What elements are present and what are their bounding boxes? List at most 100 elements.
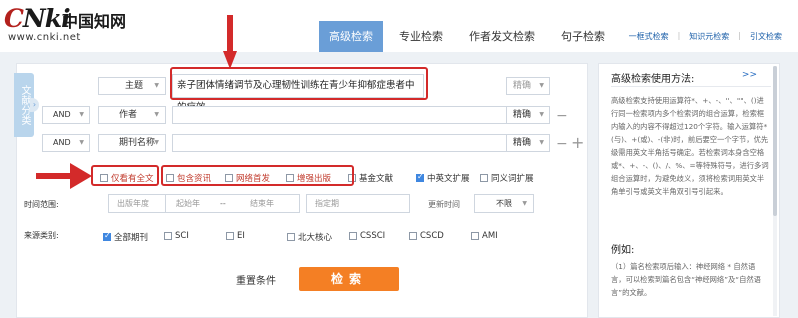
highlight-box-topic-input: [170, 67, 428, 100]
cnki-logo[interactable]: CNki 中国知网 www.cnki.net: [4, 4, 134, 48]
match-select-topic[interactable]: 精确 ▼: [506, 77, 550, 95]
help-example-title: 例如:: [611, 245, 635, 256]
update-time-label: 更新时间: [428, 200, 460, 209]
match-select-label: 精确: [513, 81, 532, 91]
pub-year-select[interactable]: 出版年度: [108, 194, 166, 213]
logic-select-row3[interactable]: AND ▼: [42, 134, 90, 152]
chevron-down-icon: ▼: [539, 139, 544, 146]
help-body: 高级检索支持使用运算符*、+、-、''、""、()进行同一检索项内多个检索词的组…: [611, 96, 769, 196]
match-select-label: 精确: [513, 110, 532, 120]
chevron-down-icon: ▼: [79, 111, 84, 118]
checkbox[interactable]: [480, 174, 488, 182]
search-term-input-author[interactable]: [172, 106, 506, 124]
highlight-box-fulltext: [91, 165, 159, 186]
end-year-placeholder: 结束年: [250, 199, 274, 208]
source-ei[interactable]: EI: [226, 231, 245, 241]
option-synonym-expand[interactable]: 同义词扩展: [480, 172, 534, 184]
chevron-down-icon: ▼: [539, 111, 544, 118]
chevron-down-icon: ▼: [79, 139, 84, 146]
source-label: CSCD: [420, 231, 444, 241]
checkbox[interactable]: [409, 232, 417, 240]
checkbox[interactable]: [287, 233, 295, 241]
link-knowledge-search[interactable]: 知识元检索: [689, 31, 729, 42]
logic-select-label: AND: [53, 138, 71, 147]
chevron-down-icon: ▼: [539, 82, 544, 89]
date-range-input[interactable]: 起始年 -- 结束年: [166, 194, 300, 213]
option-cn-en-expand[interactable]: 中英文扩展: [416, 172, 470, 184]
field-select-journal[interactable]: 期刊名称 ▼: [98, 134, 166, 152]
help-scrollbar-thumb[interactable]: [773, 66, 777, 216]
tab-author-search[interactable]: 作者发文检索: [459, 21, 545, 52]
option-label: 中英文扩展: [427, 174, 470, 184]
logo-chinese-name: 中国知网: [62, 12, 127, 31]
field-select-label: 主题: [125, 81, 144, 91]
help-title: 高级检索使用方法:: [611, 74, 695, 85]
tab-professional-search[interactable]: 专业检索: [389, 21, 453, 52]
source-label: EI: [237, 231, 245, 241]
checkbox[interactable]: [349, 232, 357, 240]
red-arrow-down-icon: [223, 15, 237, 69]
help-example-body: （1）篇名检索项后输入：神经网络 * 自然语言，可以检索到篇名包含“神经网络”及…: [611, 262, 761, 297]
link-single-box-search[interactable]: 一框式检索: [629, 31, 669, 42]
checkbox[interactable]: [103, 231, 111, 241]
source-label: AMI: [482, 231, 498, 241]
source-pku-core[interactable]: 北大核心: [287, 231, 332, 243]
checkbox[interactable]: [471, 232, 479, 240]
checkbox[interactable]: [226, 232, 234, 240]
header: CNki 中国知网 www.cnki.net 高级检索 专业检索 作者发文检索 …: [0, 0, 798, 52]
tab-advanced-search[interactable]: 高级检索: [319, 21, 383, 52]
link-separator: |: [677, 31, 681, 40]
logo-url: www.cnki.net: [8, 32, 81, 43]
checkbox[interactable]: [164, 232, 172, 240]
option-label: 基金文献: [359, 174, 394, 184]
remove-row-icon[interactable]: −: [556, 109, 568, 123]
update-time-value: 不限: [496, 199, 512, 208]
field-select-label: 作者: [119, 110, 138, 120]
remove-row-icon[interactable]: −: [556, 137, 568, 151]
checkbox[interactable]: [416, 172, 424, 182]
source-label: SCI: [175, 231, 189, 241]
update-time-select[interactable]: 不限 ▼: [474, 194, 534, 213]
help-panel: 高级检索使用方法: >> 高级检索支持使用运算符*、+、-、''、""、()进行…: [598, 63, 780, 318]
help-more-link[interactable]: >>: [742, 70, 757, 80]
logic-select-label: AND: [53, 110, 71, 119]
option-label: 同义词扩展: [491, 174, 534, 184]
link-citation-search[interactable]: 引文检索: [750, 31, 782, 42]
source-ami[interactable]: AMI: [471, 231, 498, 241]
date-range-dash: --: [220, 199, 226, 208]
chevron-down-icon: ▼: [154, 111, 159, 118]
search-term-input-journal[interactable]: [172, 134, 506, 152]
chevron-down-icon: ▼: [154, 139, 159, 146]
source-cscd[interactable]: CSCD: [409, 231, 444, 241]
chevron-down-icon: ▼: [522, 200, 527, 207]
start-year-placeholder: 起始年: [176, 199, 200, 208]
source-label: 全部期刊: [114, 233, 149, 243]
search-type-tabs: 高级检索 专业检索 作者发文检索 句子检索: [319, 21, 621, 52]
source-category-label: 来源类别:: [24, 231, 59, 240]
highlight-box-publish-options: [161, 165, 354, 186]
reset-conditions-button[interactable]: 重置条件: [236, 272, 276, 287]
divider: [611, 86, 771, 87]
link-separator: |: [738, 31, 741, 40]
top-links: 一框式检索 | 知识元检索 | 引文检索: [629, 31, 782, 42]
logic-select-row2[interactable]: AND ▼: [42, 106, 90, 124]
field-select-topic[interactable]: 主题 ▼: [98, 77, 166, 95]
source-label: 北大核心: [298, 233, 333, 243]
add-row-icon[interactable]: +: [571, 135, 584, 151]
source-cssci[interactable]: CSSCI: [349, 231, 385, 241]
match-select-label: 精确: [513, 138, 532, 148]
tab-sentence-search[interactable]: 句子检索: [551, 21, 615, 52]
chevron-down-icon: ▼: [154, 82, 159, 89]
source-sci[interactable]: SCI: [164, 231, 189, 241]
match-select-author[interactable]: 精确 ▼: [506, 106, 550, 124]
option-fund-literature[interactable]: 基金文献: [348, 172, 393, 184]
period-select[interactable]: 指定期: [306, 194, 410, 213]
source-label: CSSCI: [360, 231, 386, 241]
red-arrow-right-icon: [36, 163, 92, 189]
match-select-journal[interactable]: 精确 ▼: [506, 134, 550, 152]
search-button[interactable]: 检索: [299, 267, 399, 291]
time-range-label: 时间范围:: [24, 200, 59, 209]
logo-mark: CNki: [4, 4, 71, 33]
field-select-author[interactable]: 作者 ▼: [98, 106, 166, 124]
source-all-journals[interactable]: 全部期刊: [103, 231, 148, 243]
